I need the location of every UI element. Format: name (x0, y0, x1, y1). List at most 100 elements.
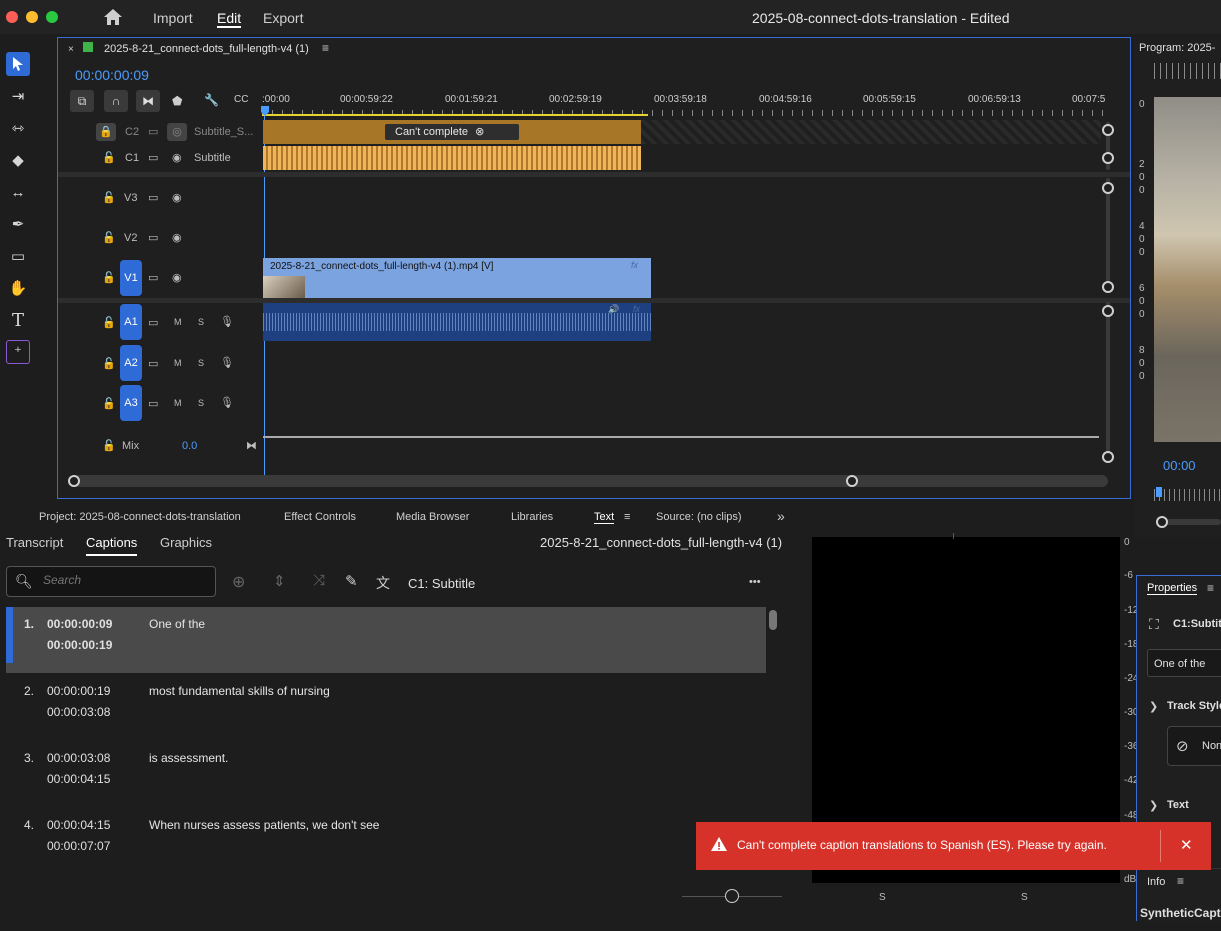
scroll-handle[interactable] (1102, 281, 1114, 293)
scroll-handle[interactable] (1102, 451, 1114, 463)
mute-button[interactable]: M (174, 398, 182, 408)
toggle-sync-icon[interactable]: ▭ (148, 271, 158, 284)
caption-start-time[interactable]: 00:00:00:09 (47, 617, 112, 631)
solo-button[interactable]: S (198, 398, 204, 408)
slip-tool-icon[interactable]: ↔ (6, 180, 30, 204)
merge-caption-icon[interactable]: ⤨ (313, 572, 325, 589)
caption-item[interactable]: 1. 00:00:00:09 00:00:00:19 One of the (6, 607, 766, 673)
track-lock-icon[interactable]: 🔓 (102, 191, 116, 204)
captions-display-icon[interactable]: CC (234, 94, 248, 105)
time-ruler[interactable]: :00:00 00:00:59:22 00:01:59:21 00:02:59:… (262, 92, 1108, 118)
tab-source[interactable]: Source: (no clips) (656, 511, 742, 523)
track-style-dropdown[interactable]: ⊘ Non (1167, 726, 1221, 766)
source-patch-a1[interactable]: A1 (120, 304, 142, 340)
timeline-settings-wrench-icon[interactable]: 🔧 (204, 93, 219, 107)
split-caption-icon[interactable]: ⇕ (273, 572, 286, 590)
edit-pencil-icon[interactable]: ✎ (345, 572, 358, 590)
tab-media-browser[interactable]: Media Browser (396, 511, 469, 523)
track-lock-icon[interactable]: 🔓 (102, 397, 116, 410)
solo-button[interactable]: S (198, 317, 204, 327)
hide-eye-icon[interactable]: ◎ (167, 123, 187, 141)
snap-magnet-icon[interactable]: ∩ (104, 90, 128, 112)
menu-export[interactable]: Export (263, 10, 303, 26)
solo-button[interactable]: S (198, 358, 204, 368)
caption-end-time[interactable]: 00:00:04:15 (47, 772, 110, 786)
caption-end-time[interactable]: 00:00:07:07 (47, 839, 110, 853)
close-circle-icon[interactable]: ⊗ (475, 126, 484, 138)
tab-text[interactable]: Text (594, 511, 615, 524)
caption-item[interactable]: 4. 00:00:04:15 00:00:07:07 When nurses a… (6, 808, 766, 874)
scroll-handle[interactable] (1102, 124, 1114, 136)
subtab-transcript[interactable]: Transcript (6, 535, 63, 550)
home-icon[interactable] (102, 7, 124, 30)
ripple-edit-tool-icon[interactable]: ⇿ (6, 116, 30, 140)
sequence-menu-icon[interactable]: ≡ (322, 41, 329, 55)
rectangle-tool-icon[interactable]: ▭ (6, 244, 30, 268)
scroll-handle[interactable] (1102, 152, 1114, 164)
mix-pan-icon[interactable]: ⧓ (246, 439, 257, 452)
program-scroll-handle[interactable] (1156, 516, 1168, 528)
toggle-sync-icon[interactable]: ▭ (148, 316, 158, 329)
tab-effect-controls[interactable]: Effect Controls (284, 511, 356, 523)
sequence-tab[interactable]: 2025-8-21_connect-dots_full-length-v4 (1… (104, 43, 309, 55)
type-tool-icon[interactable]: T (6, 308, 30, 332)
search-input[interactable] (43, 573, 208, 587)
caption-end-time[interactable]: 00:00:03:08 (47, 705, 110, 719)
caption-track-selector[interactable]: C1: Subtitle (408, 576, 475, 591)
track-lock-icon[interactable]: 🔓 (102, 271, 116, 284)
caption-start-time[interactable]: 00:00:04:15 (47, 818, 110, 832)
close-window-button[interactable] (6, 11, 18, 23)
toggle-sync-icon[interactable]: ▭ (148, 191, 158, 204)
zoom-handle-right[interactable] (846, 475, 858, 487)
scroll-handle[interactable] (1102, 182, 1114, 194)
caption-item[interactable]: 3. 00:00:03:08 00:00:04:15 is assessment… (6, 741, 766, 807)
caption-text[interactable]: When nurses assess patients, we don't se… (149, 818, 379, 832)
track-lock-icon[interactable]: 🔒 (96, 123, 116, 141)
work-area-bar[interactable] (262, 114, 648, 116)
caption-list-scrollbar[interactable] (769, 610, 777, 630)
toggle-sync-icon[interactable]: ▭ (148, 125, 158, 138)
microphone-icon[interactable]: 🎙 (220, 396, 234, 409)
caption-end-time[interactable]: 00:00:00:19 (47, 638, 112, 652)
add-caption-icon[interactable]: ⊕ (232, 572, 245, 592)
caption-search-box[interactable]: 🔍︎ (6, 566, 216, 597)
eye-icon[interactable]: ◉ (172, 231, 182, 244)
caption-start-time[interactable]: 00:00:03:08 (47, 751, 110, 765)
mute-button[interactable]: M (174, 317, 182, 327)
properties-menu-icon[interactable]: ≡ (1207, 581, 1214, 595)
tab-libraries[interactable]: Libraries (511, 511, 553, 523)
track-lock-icon[interactable]: 🔓 (102, 316, 116, 329)
text-panel-menu-icon[interactable]: ≡ (624, 511, 630, 523)
menu-import[interactable]: Import (153, 10, 193, 26)
caption-text[interactable]: is assessment. (149, 751, 228, 765)
more-tabs-icon[interactable]: » (777, 508, 785, 524)
caption-clip-c1[interactable] (263, 146, 641, 170)
eye-icon[interactable]: ◉ (172, 271, 182, 284)
zoom-window-button[interactable] (46, 11, 58, 23)
track-lock-icon[interactable]: 🔓 (102, 151, 116, 164)
info-menu-icon[interactable]: ≡ (1177, 874, 1184, 888)
track-lock-icon[interactable]: 🔓 (102, 231, 116, 244)
playhead-timecode[interactable]: 00:00:00:09 (75, 67, 149, 83)
program-video-frame[interactable] (1154, 97, 1221, 442)
caption-text[interactable]: One of the (149, 617, 205, 631)
selection-tool-icon[interactable] (6, 52, 30, 76)
video-track-scrollbar[interactable] (1106, 178, 1110, 290)
caption-zoom-handle[interactable] (725, 889, 739, 903)
source-patch-v1[interactable]: V1 (120, 260, 142, 296)
source-patch-a3[interactable]: A3 (120, 385, 142, 421)
audio-clip[interactable]: 🔊 fx (263, 303, 651, 341)
caption-tool-icon[interactable]: ⁺ (6, 340, 30, 364)
track-divider[interactable] (58, 172, 1130, 177)
info-tab[interactable]: Info (1147, 876, 1165, 888)
timeline-zoom-scrollbar[interactable] (68, 475, 1108, 487)
scroll-handle[interactable] (1102, 305, 1114, 317)
mix-volume-value[interactable]: 0.0 (182, 440, 197, 452)
text-section[interactable]: Text (1167, 799, 1189, 811)
razor-tool-icon[interactable]: ◆ (6, 148, 30, 172)
zoom-handle-left[interactable] (68, 475, 80, 487)
add-marker-icon[interactable]: ⬟ (172, 94, 182, 108)
microphone-icon[interactable]: 🎙 (220, 356, 234, 369)
menu-edit[interactable]: Edit (217, 10, 242, 28)
video-clip[interactable]: 2025-8-21_connect-dots_full-length-v4 (1… (263, 258, 651, 298)
